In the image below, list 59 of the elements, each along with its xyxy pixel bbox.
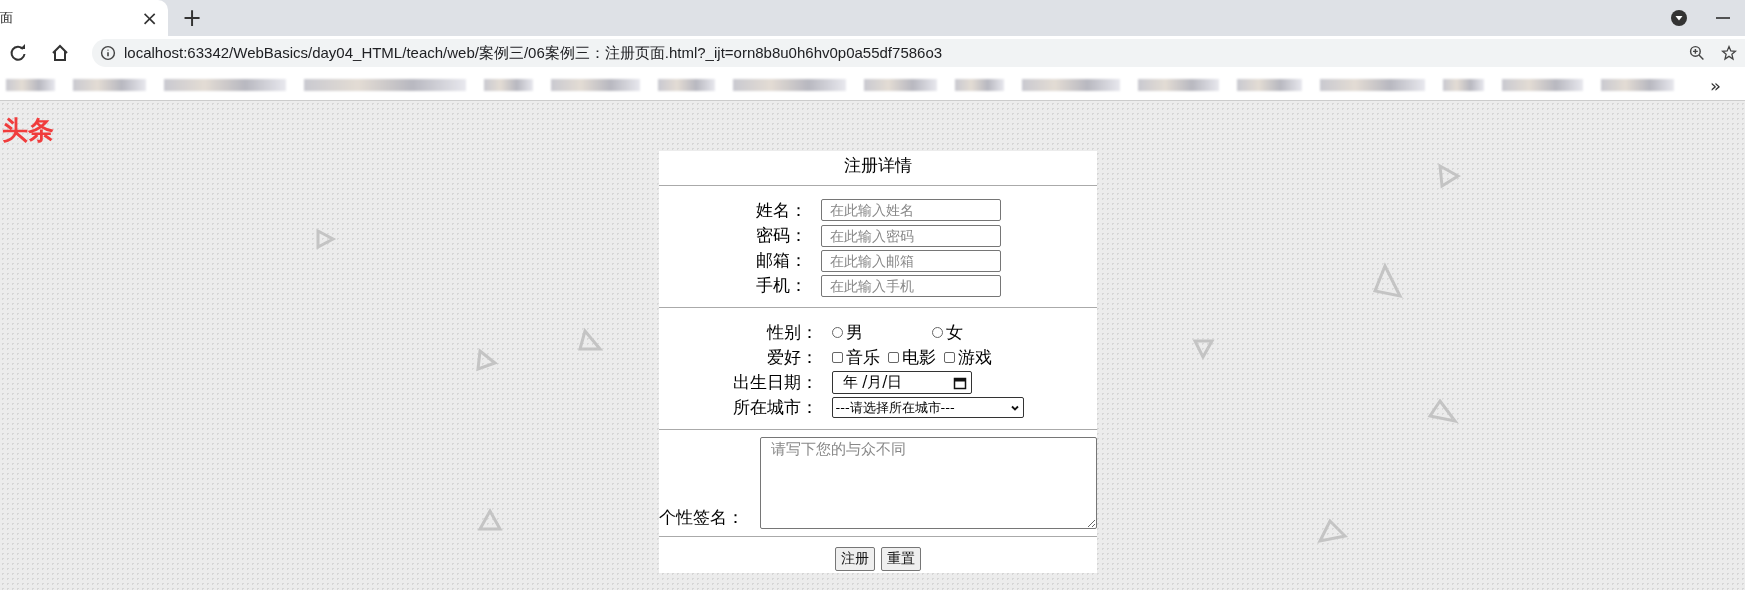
tab-title: 面 xyxy=(0,9,13,27)
star-icon[interactable] xyxy=(1721,45,1737,61)
field-label: 邮箱： xyxy=(755,250,807,270)
address-bar[interactable]: localhost:63342/WebBasics/day04_HTML/teach/web/案例三/06案例三：注册页面.html?_ijt=orn8b8u0h6hv0p0a55df7586o3 xyxy=(92,39,1745,67)
field-label: 个性签名： xyxy=(659,506,744,529)
home-icon[interactable] xyxy=(50,43,70,63)
blurred-bookmark[interactable] xyxy=(303,79,466,91)
blurred-bookmark[interactable] xyxy=(1022,79,1120,91)
text-input[interactable]: 在此输入邮箱 xyxy=(820,249,1001,272)
blurred-bookmark[interactable] xyxy=(1236,79,1302,91)
field-label: 爱好： xyxy=(766,347,818,367)
blurred-bookmark[interactable] xyxy=(1137,79,1219,91)
field-label: 性别： xyxy=(766,321,818,342)
zoom-icon[interactable] xyxy=(1689,45,1705,61)
field-label: 密码： xyxy=(755,225,807,245)
option-label: 音乐 xyxy=(845,346,880,369)
blurred-bookmark[interactable] xyxy=(1443,79,1484,91)
option-label: 游戏 xyxy=(957,346,992,369)
signature-textarea[interactable]: 请写下您的与众不同 xyxy=(760,437,1097,529)
blurred-bookmark[interactable] xyxy=(657,79,715,91)
checkbox[interactable] xyxy=(887,352,899,363)
blurred-bookmark[interactable] xyxy=(955,79,1005,91)
checkbox[interactable] xyxy=(943,352,955,363)
form-button[interactable]: 重置 xyxy=(881,547,921,571)
field-label: 手机： xyxy=(755,275,807,295)
blurred-bookmark[interactable] xyxy=(6,79,55,91)
info-icon[interactable] xyxy=(100,45,116,61)
text-input[interactable]: 在此输入手机 xyxy=(820,274,1001,297)
new-tab-button[interactable]: + xyxy=(182,4,203,32)
text-input[interactable]: 在此输入姓名 xyxy=(820,199,1001,221)
browser-tab[interactable]: 面 × xyxy=(0,0,168,36)
option-label: 电影 xyxy=(901,346,936,369)
blurred-bookmark[interactable] xyxy=(1600,79,1674,91)
reload-icon[interactable] xyxy=(8,43,28,63)
blurred-bookmark[interactable] xyxy=(732,79,847,91)
field-label: 出生日期： xyxy=(732,372,818,392)
profile-menu-icon[interactable] xyxy=(1669,8,1689,28)
field-label: 姓名： xyxy=(755,199,807,220)
blurred-bookmark[interactable] xyxy=(163,79,286,91)
blurred-bookmark[interactable] xyxy=(1501,79,1583,91)
field-label: 所在城市： xyxy=(732,397,818,417)
blurred-bookmark[interactable] xyxy=(1319,79,1426,91)
checkbox[interactable] xyxy=(831,352,843,363)
blurred-bookmark[interactable] xyxy=(483,79,533,91)
city-select[interactable]: ---请选择所在城市--- xyxy=(831,397,1024,418)
option-label: 女 xyxy=(945,320,963,344)
url-text: localhost:63342/WebBasics/day04_HTML/teach/web/案例三/06案例三：注册页面.html?_ijt=orn8b8u0h6hv0p0a55df7586o3 xyxy=(124,43,943,63)
bookmarks-overflow-button[interactable]: » xyxy=(1710,74,1721,96)
blurred-bookmark[interactable] xyxy=(72,79,146,91)
calendar-icon[interactable] xyxy=(952,375,967,390)
text-input[interactable]: 在此输入密码 xyxy=(820,224,1001,247)
date-input[interactable]: 年 /月/日 xyxy=(831,371,972,394)
blurred-bookmark[interactable] xyxy=(550,79,640,91)
logo-text: 头条 xyxy=(2,114,55,147)
form-button[interactable]: 注册 xyxy=(835,547,875,571)
form-title: 注册详情 xyxy=(843,154,913,177)
option-label: 男 xyxy=(845,320,863,344)
close-tab-button[interactable]: × xyxy=(141,6,158,30)
blurred-bookmark[interactable] xyxy=(864,79,938,91)
